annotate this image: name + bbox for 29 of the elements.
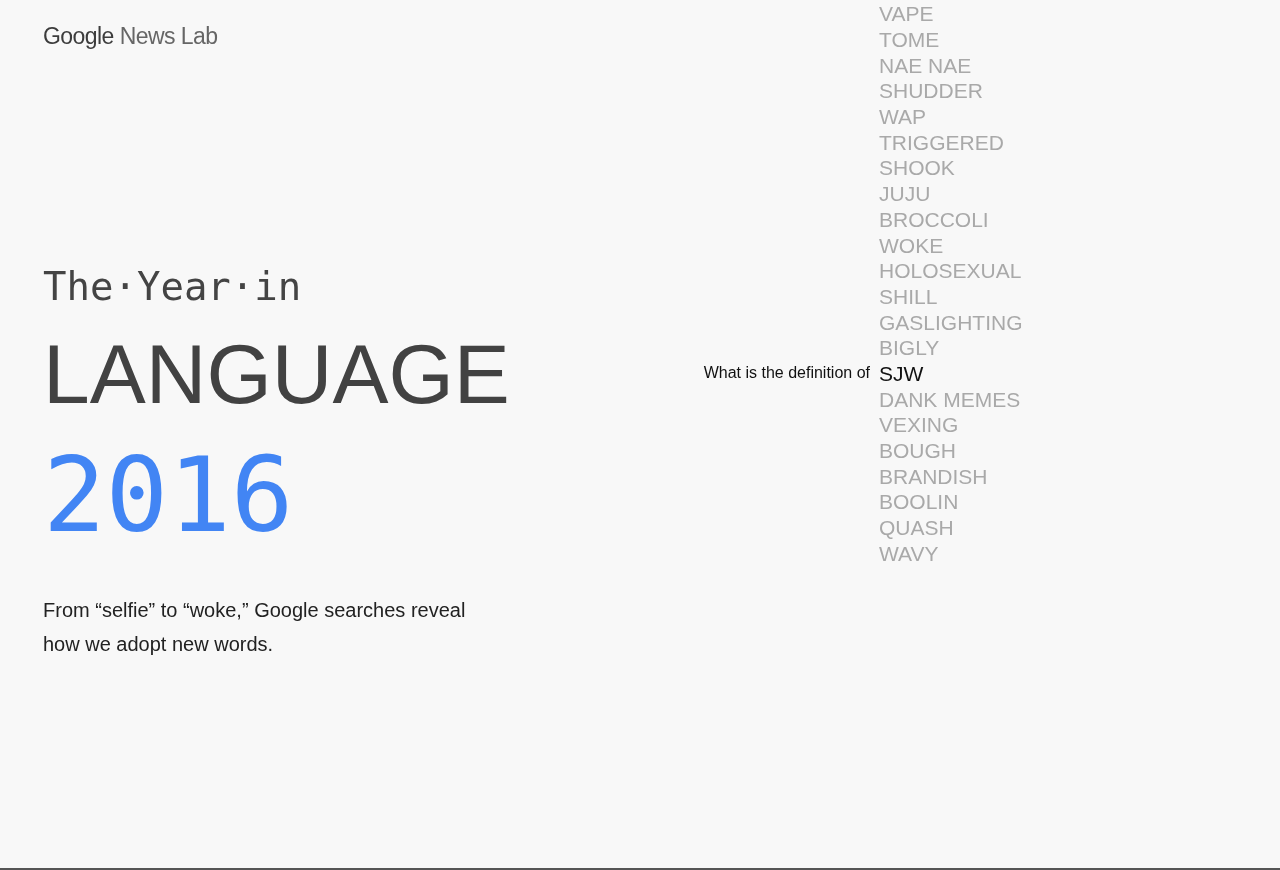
definition-prompt: What is the definition of — [703, 363, 870, 384]
logo-product: News Lab — [119, 22, 218, 51]
word-option[interactable]: SHUDDER — [879, 78, 983, 104]
word-option[interactable]: SHILL — [879, 283, 938, 309]
word-option[interactable]: GASLIGHTING — [879, 309, 1023, 335]
word-option[interactable]: WAP — [879, 104, 927, 130]
word-option[interactable]: NAE NAE — [879, 52, 972, 78]
title-year: 2016 — [43, 436, 294, 553]
word-option[interactable]: SHOOK — [879, 155, 955, 181]
word-option[interactable]: VAPE — [879, 1, 934, 27]
word-option[interactable]: BROCCOLI — [879, 206, 989, 232]
word-option[interactable]: JUJU — [879, 181, 931, 207]
word-option[interactable]: BOUGH — [879, 438, 956, 464]
word-option[interactable]: TOME — [879, 27, 940, 53]
subtitle: From “selfie” to “woke,” Google searches reveal how we adopt new words. — [43, 597, 467, 657]
word-option[interactable]: QUASH — [879, 515, 954, 541]
word-option[interactable]: SJW — [879, 360, 924, 386]
word-option[interactable]: BRANDISH — [879, 463, 988, 489]
word-option[interactable]: BIGLY — [879, 335, 940, 361]
word-option[interactable]: VEXING — [879, 412, 959, 438]
logo-brand: Google — [43, 22, 114, 51]
word-option[interactable]: BOOLIN — [879, 489, 959, 515]
word-option[interactable]: DANK MEMES — [879, 386, 1021, 412]
word-option[interactable]: HOLOSEXUAL — [879, 258, 1022, 284]
word-option[interactable]: WAVY — [879, 540, 939, 566]
word-option[interactable]: TRIGGERED — [879, 129, 1004, 155]
title-headline: LANGUAGE — [43, 325, 510, 423]
title-kicker: The·Year·in — [43, 262, 302, 311]
word-option[interactable]: WOKE — [879, 232, 944, 258]
